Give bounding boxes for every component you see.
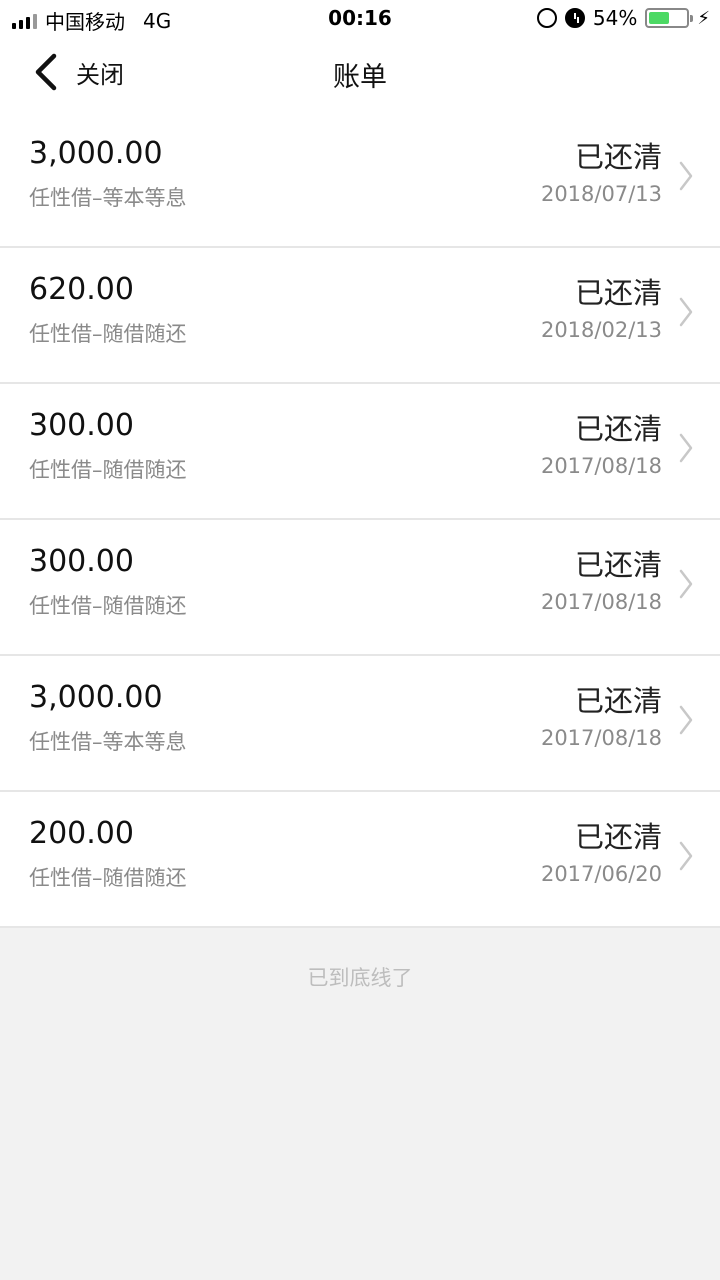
bill-amount: 300.00 bbox=[29, 408, 134, 443]
bill-amount: 200.00 bbox=[29, 816, 134, 851]
bill-date: 2018/02/13 bbox=[540, 318, 662, 342]
bill-status: 已还清 bbox=[574, 412, 662, 446]
rotation-lock-icon bbox=[536, 8, 557, 28]
charging-icon: ⚡ bbox=[697, 7, 710, 29]
battery-percent: 54% bbox=[592, 6, 638, 30]
chevron-right-icon bbox=[679, 569, 693, 599]
bill-amount: 3,000.00 bbox=[29, 680, 163, 715]
battery-icon bbox=[645, 8, 694, 28]
bill-date: 2017/08/18 bbox=[540, 454, 662, 478]
bill-status: 已还清 bbox=[574, 548, 662, 582]
chevron-right-icon bbox=[679, 841, 693, 871]
bill-amount: 3,000.00 bbox=[29, 136, 163, 171]
end-of-list-tip: 已到底线了 bbox=[307, 966, 413, 990]
bill-date: 2017/08/18 bbox=[540, 590, 662, 614]
alarm-icon bbox=[564, 8, 585, 28]
bill-list: 3,000.00 任性借–等本等息 已还清 2018/07/13 620.00 任性借–随… bbox=[0, 112, 720, 928]
bill-row[interactable]: 300.00 任性借–随借随还 已还清 2017/08/18 bbox=[0, 384, 720, 520]
bill-amount: 300.00 bbox=[29, 544, 134, 579]
chevron-right-icon bbox=[679, 433, 693, 463]
bill-row[interactable]: 3,000.00 任性借–等本等息 已还清 2017/08/18 bbox=[0, 656, 720, 792]
bill-product: 任性借–随借随还 bbox=[29, 594, 187, 618]
bill-status: 已还清 bbox=[574, 684, 662, 718]
battery-fill bbox=[649, 12, 669, 24]
page-title: 账单 bbox=[333, 62, 387, 93]
bill-amount: 620.00 bbox=[29, 272, 134, 307]
bill-status: 已还清 bbox=[574, 140, 662, 174]
chevron-right-icon bbox=[679, 705, 693, 735]
bill-product: 任性借–等本等息 bbox=[29, 730, 187, 754]
bill-product: 任性借–随借随还 bbox=[29, 458, 187, 482]
bill-date: 2018/07/13 bbox=[540, 182, 662, 206]
bill-row[interactable]: 300.00 任性借–随借随还 已还清 2017/08/18 bbox=[0, 520, 720, 656]
chevron-right-icon bbox=[679, 161, 693, 191]
chevron-right-icon bbox=[679, 297, 693, 327]
bill-product: 任性借–随借随还 bbox=[29, 866, 187, 890]
bill-date: 2017/06/20 bbox=[540, 862, 662, 886]
bill-row[interactable]: 200.00 任性借–随借随还 已还清 2017/06/20 bbox=[0, 792, 720, 928]
bill-status: 已还清 bbox=[574, 820, 662, 854]
bill-date: 2017/08/18 bbox=[540, 726, 662, 750]
bill-product: 任性借–随借随还 bbox=[29, 322, 187, 346]
bill-product: 任性借–等本等息 bbox=[29, 186, 187, 210]
bill-status: 已还清 bbox=[574, 276, 662, 310]
status-right: 54% ⚡ bbox=[536, 6, 710, 30]
bill-row[interactable]: 3,000.00 任性借–等本等息 已还清 2018/07/13 bbox=[0, 112, 720, 248]
nav-bar: 关闭 账单 bbox=[0, 36, 720, 112]
bill-row[interactable]: 620.00 任性借–随借随还 已还清 2018/02/13 bbox=[0, 248, 720, 384]
top-area: 中国移动 4G 00:16 54% ⚡ 关闭 账单 bbox=[0, 0, 720, 112]
status-bar: 中国移动 4G 00:16 54% ⚡ bbox=[0, 0, 720, 36]
